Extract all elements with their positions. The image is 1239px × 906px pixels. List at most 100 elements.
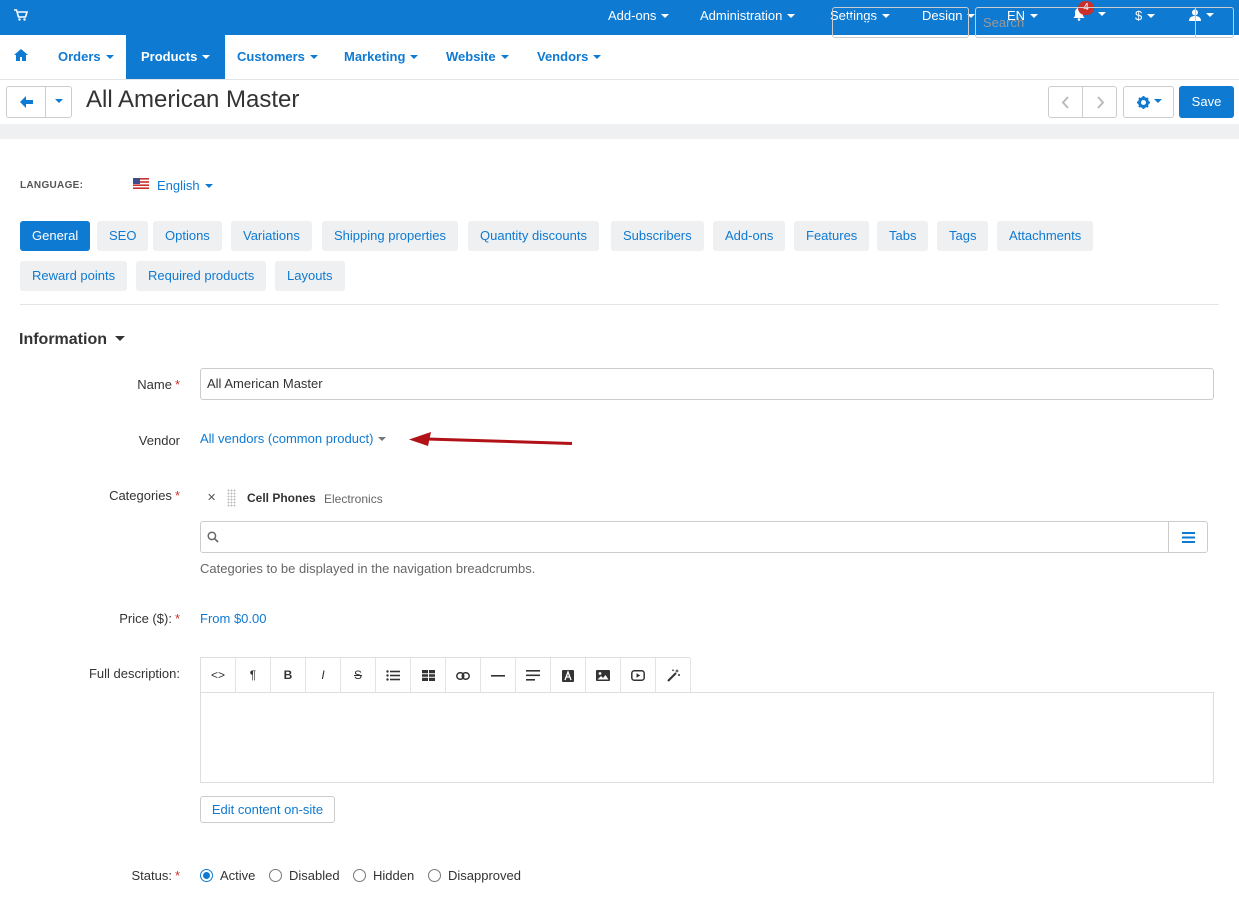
tab-seo[interactable]: SEO [97, 221, 149, 251]
list-icon[interactable] [376, 658, 411, 693]
nav-products[interactable]: Products [126, 35, 226, 79]
status-disabled-radio[interactable] [269, 869, 282, 882]
tab-features[interactable]: Features [794, 221, 870, 251]
name-label: Name * [137, 377, 180, 392]
nav-website-label: Website [446, 49, 496, 64]
align-icon[interactable] [516, 658, 551, 693]
category-parent: Electronics [324, 492, 383, 506]
categories-label: Categories * [109, 488, 180, 503]
status-hidden-radio[interactable] [353, 869, 366, 882]
tab-reward-points[interactable]: Reward points [20, 261, 128, 291]
strikethrough-icon[interactable]: S [341, 658, 376, 693]
header-divider [0, 124, 1239, 139]
tabs-divider [20, 304, 1219, 305]
chevron-down-icon [115, 336, 125, 342]
vendor-label: Vendor [138, 433, 180, 448]
next-product-button[interactable] [1082, 86, 1117, 118]
topnav-addons[interactable]: Add-ons [608, 0, 670, 35]
image-icon[interactable] [586, 658, 621, 693]
nav-products-label: Products [141, 49, 198, 64]
nav-marketing[interactable]: Marketing [344, 35, 419, 79]
price-label-text: Price ($): [119, 611, 172, 626]
nav-vendors-label: Vendors [537, 49, 589, 64]
prev-product-button[interactable] [1048, 86, 1083, 118]
editor-toolbar: <> ¶ B I S [200, 657, 691, 693]
vendor-value: All vendors (common product) [200, 431, 374, 446]
tab-variations[interactable]: Variations [231, 221, 312, 251]
vendor-selector[interactable]: All vendors (common product) [200, 431, 387, 446]
code-view-icon[interactable]: <> [201, 658, 236, 693]
tab-layouts[interactable]: Layouts [275, 261, 345, 291]
chevron-down-icon [1154, 99, 1162, 103]
drag-handle-icon[interactable] [227, 489, 236, 507]
quick-start-label: Quick start menu [844, 15, 944, 30]
description-editor[interactable] [200, 692, 1214, 783]
back-dropdown-button[interactable] [45, 86, 72, 118]
font-color-icon[interactable] [551, 658, 586, 693]
save-button[interactable]: Save [1179, 86, 1234, 118]
language-selector[interactable]: English [157, 178, 213, 193]
nav-vendors[interactable]: Vendors [537, 35, 602, 79]
tab-options[interactable]: Options [153, 221, 222, 251]
search-input[interactable]: Search [975, 7, 1196, 38]
nav-marketing-label: Marketing [344, 49, 406, 64]
paragraph-icon[interactable]: ¶ [236, 658, 271, 693]
nav-orders[interactable]: Orders [58, 35, 114, 79]
main-nav: Orders Products Customers Marketing Webs… [0, 35, 1239, 80]
nav-website[interactable]: Website [446, 35, 509, 79]
magic-wand-icon[interactable] [656, 658, 691, 693]
list-icon [1182, 532, 1195, 543]
name-input[interactable]: All American Master [200, 368, 1214, 400]
tab-required-products[interactable]: Required products [136, 261, 267, 291]
nav-customers[interactable]: Customers [237, 35, 318, 79]
horizontal-rule-icon[interactable] [481, 658, 516, 693]
link-icon[interactable] [446, 658, 481, 693]
italic-icon[interactable]: I [306, 658, 341, 693]
edit-content-onsite-button[interactable]: Edit content on-site [200, 796, 335, 823]
tab-subscribers[interactable]: Subscribers [611, 221, 704, 251]
topnav-administration[interactable]: Administration [700, 0, 796, 35]
status-active-radio[interactable] [200, 869, 213, 882]
nav-orders-label: Orders [58, 49, 101, 64]
categories-label-text: Categories [109, 488, 172, 503]
required-mark: * [174, 377, 180, 392]
cart-icon[interactable] [14, 9, 29, 24]
description-label: Full description: [88, 666, 180, 681]
information-section-toggle[interactable]: Information [19, 331, 125, 349]
back-button[interactable] [6, 86, 46, 118]
tab-shipping-properties[interactable]: Shipping properties [322, 221, 459, 251]
status-disapproved-label[interactable]: Disapproved [448, 868, 521, 883]
tab-tabs[interactable]: Tabs [877, 221, 929, 251]
status-disapproved-radio[interactable] [428, 869, 441, 882]
category-picker-button[interactable] [1168, 521, 1208, 553]
tab-quantity-discounts[interactable]: Quantity discounts [468, 221, 599, 251]
status-hidden-label[interactable]: Hidden [373, 868, 414, 883]
chevron-down-icon [410, 54, 419, 59]
video-icon[interactable] [621, 658, 656, 693]
category-search-input[interactable] [200, 521, 1169, 553]
tab-addons[interactable]: Add-ons [713, 221, 786, 251]
status-disabled-label[interactable]: Disabled [289, 868, 340, 883]
remove-category-icon[interactable]: ✕ [207, 491, 216, 504]
table-icon[interactable] [411, 658, 446, 693]
required-mark: * [174, 488, 180, 503]
price-link[interactable]: From $0.00 [200, 611, 266, 626]
price-label: Price ($): * [119, 611, 180, 626]
category-name: Cell Phones [247, 491, 316, 505]
quick-start-menu-button[interactable]: Quick start menu [832, 7, 969, 38]
home-icon[interactable] [14, 49, 28, 64]
search-button[interactable] [1195, 7, 1234, 38]
bold-icon[interactable]: B [271, 658, 306, 693]
settings-dropdown-button[interactable] [1123, 86, 1174, 118]
chevron-down-icon [204, 183, 213, 188]
tab-general[interactable]: General [20, 221, 91, 251]
chevron-down-icon [309, 54, 318, 59]
status-active-label[interactable]: Active [220, 868, 255, 883]
topnav-administration-label: Administration [700, 8, 783, 23]
required-mark: * [174, 868, 180, 883]
page-title: All American Master [86, 86, 300, 113]
tab-tags[interactable]: Tags [937, 221, 989, 251]
chevron-down-icon [787, 13, 796, 18]
chevron-down-icon [378, 436, 387, 441]
tab-attachments[interactable]: Attachments [997, 221, 1094, 251]
